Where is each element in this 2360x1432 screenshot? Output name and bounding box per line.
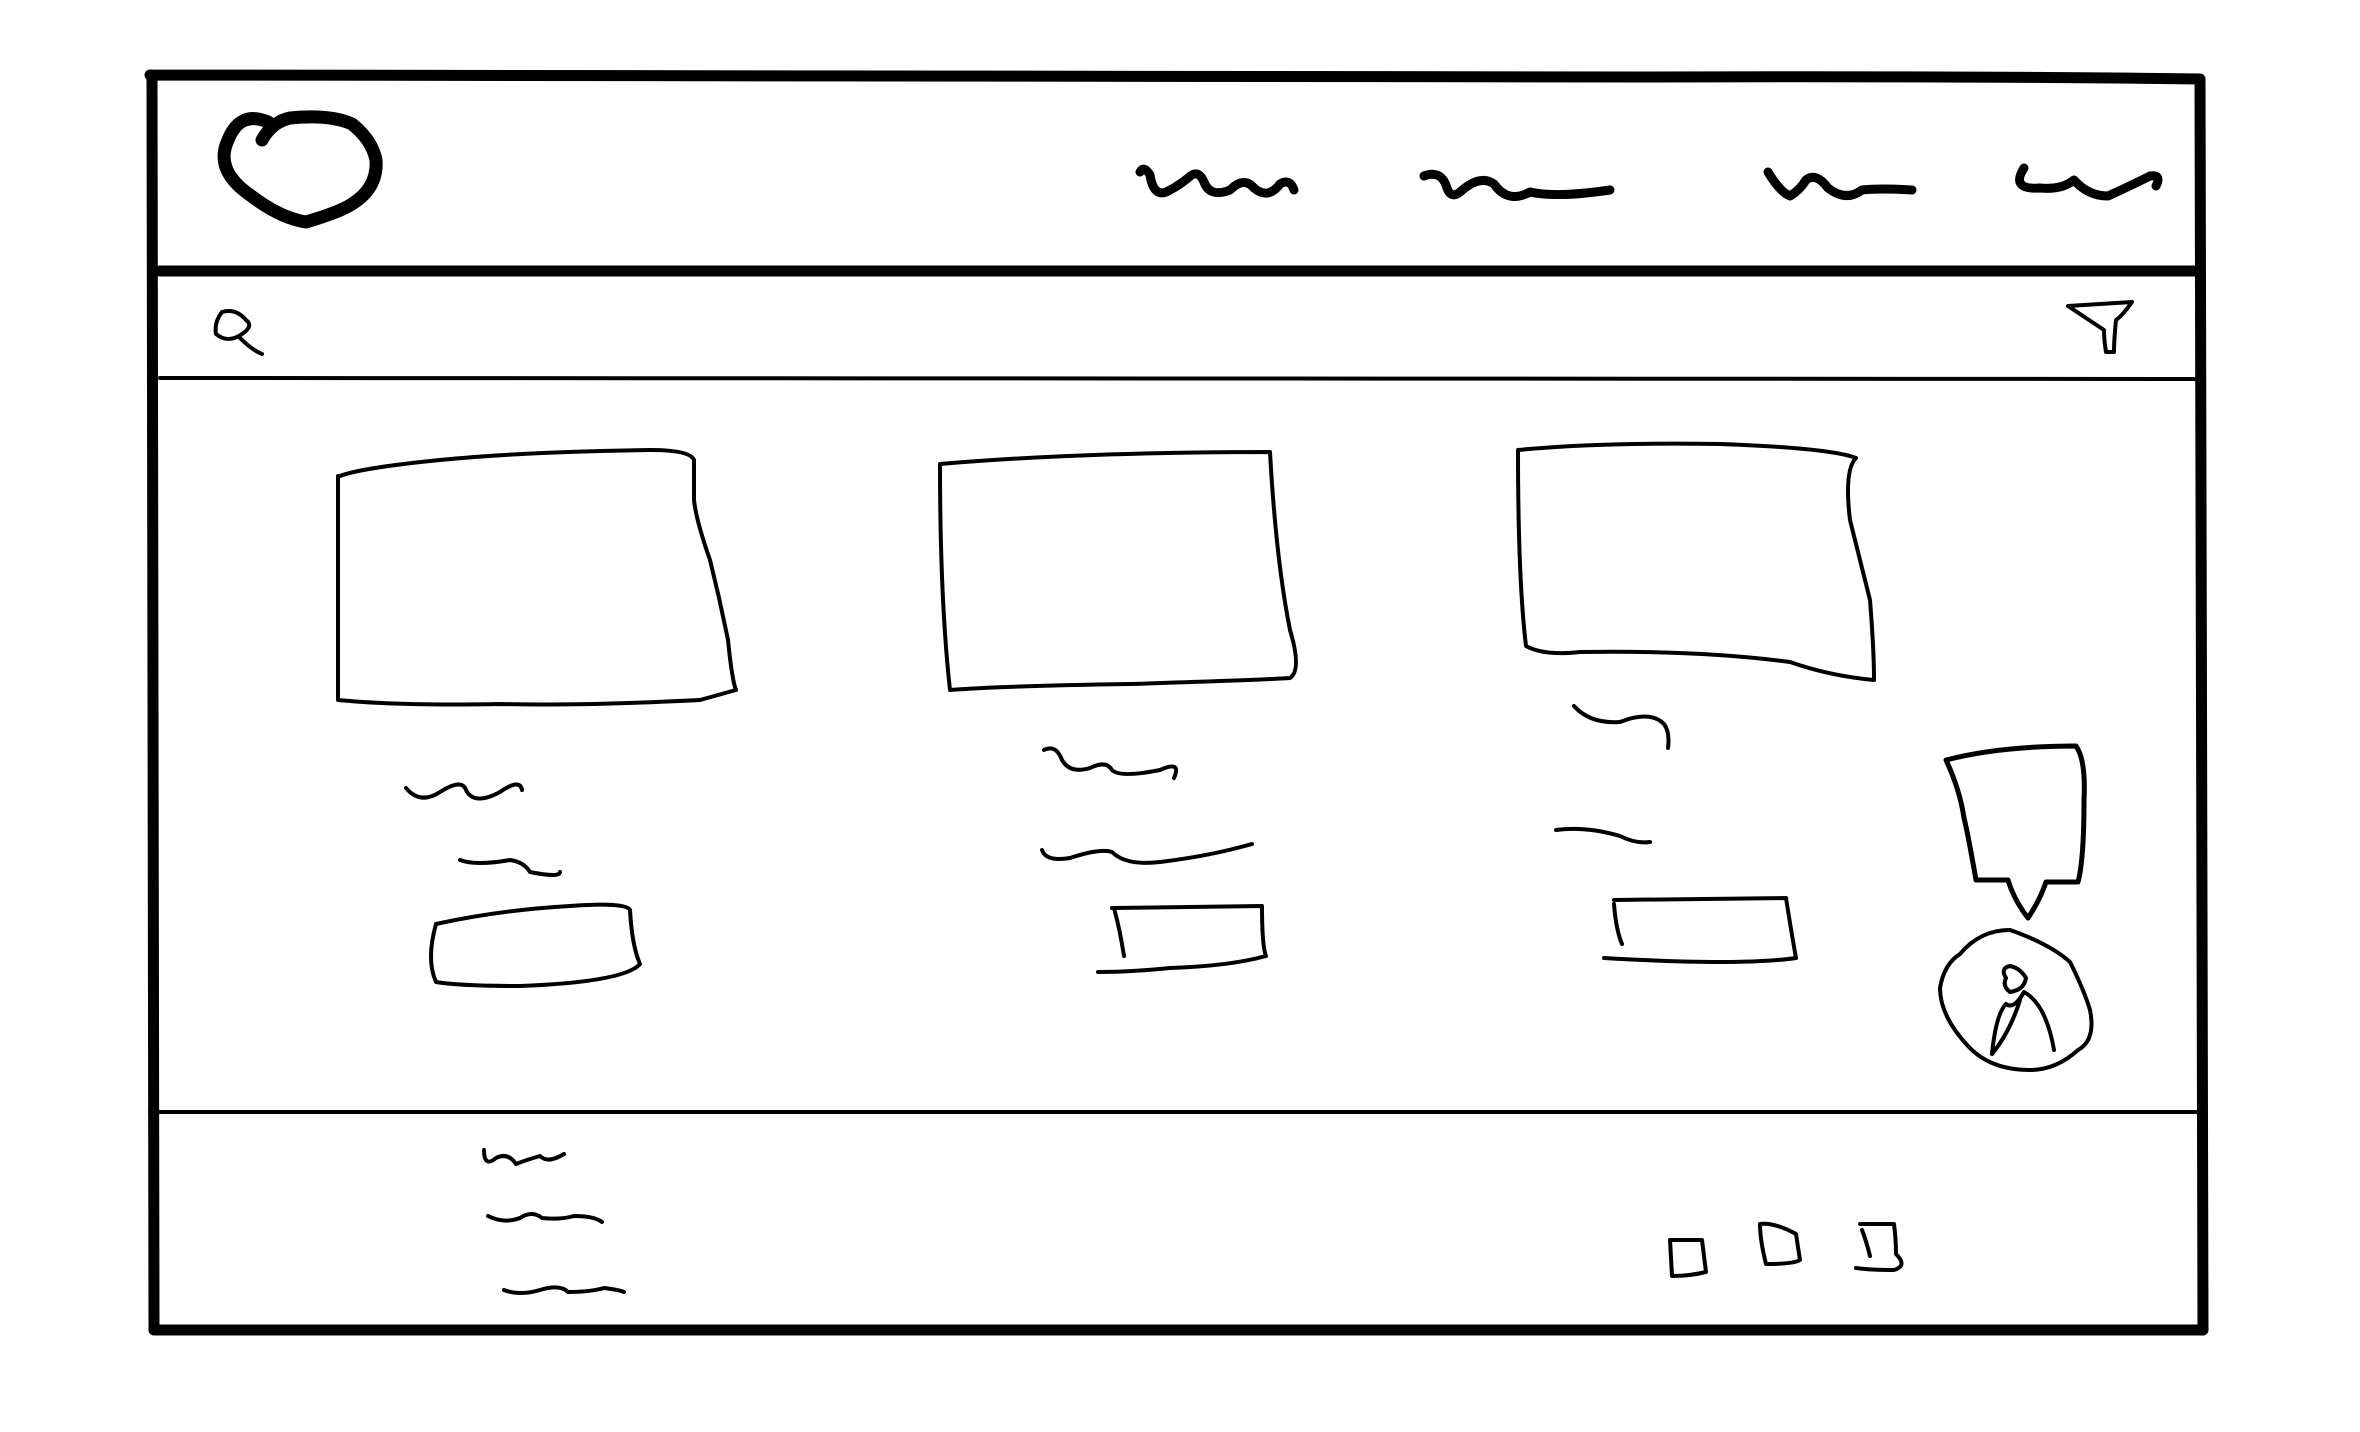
card-2-button[interactable] <box>1096 904 1268 974</box>
card-1 <box>335 448 738 988</box>
card-3 <box>1516 441 1876 964</box>
nav-scribble-3[interactable] <box>1763 167 1917 201</box>
toolbar-divider <box>158 374 2199 381</box>
image-placeholder <box>335 448 738 707</box>
card-2-title-line <box>1042 746 1179 780</box>
card-1-title-line <box>404 782 524 801</box>
card-1-subtitle-line <box>458 858 562 877</box>
square-icon[interactable] <box>1668 1238 1708 1278</box>
filter-icon[interactable] <box>2066 300 2134 354</box>
nav-scribble-4[interactable] <box>2015 163 2163 201</box>
nav-scribble-1[interactable] <box>1135 164 1299 198</box>
card-2 <box>938 450 1298 974</box>
card-1-button[interactable] <box>429 902 642 988</box>
logo-blob[interactable] <box>217 110 383 229</box>
wireframe-sketch <box>144 69 2209 1336</box>
user-avatar-icon[interactable] <box>1938 928 2094 1072</box>
image-placeholder <box>938 450 1298 692</box>
card-2-subtitle-line <box>1040 842 1254 865</box>
image-placeholder <box>1516 441 1876 682</box>
card-3-button[interactable] <box>1602 896 1798 964</box>
card-3-title-line <box>1572 704 1671 750</box>
search-icon[interactable] <box>213 309 264 356</box>
card-3-subtitle-line <box>1554 826 1652 845</box>
footer-divider <box>148 1109 2199 1114</box>
nav-scribble-2[interactable] <box>1419 169 1615 201</box>
footer-text-line-2 <box>486 1212 604 1224</box>
chat-bubble-icon[interactable] <box>1943 743 2087 921</box>
toolbar <box>158 300 2199 381</box>
footer <box>148 1109 2199 1295</box>
folder-icon[interactable] <box>1854 1222 1904 1272</box>
header <box>154 110 2203 277</box>
document-icon[interactable] <box>1758 1221 1802 1266</box>
footer-text-line-3 <box>502 1285 626 1295</box>
header-divider <box>154 265 2203 277</box>
footer-text-line-1 <box>482 1148 566 1166</box>
